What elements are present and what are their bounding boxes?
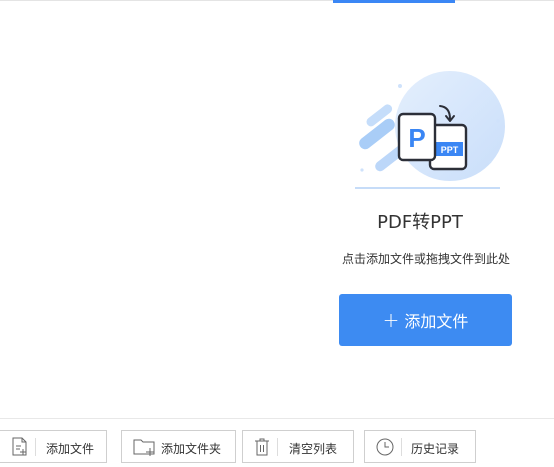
pdf-to-ppt-illustration: PPT P xyxy=(355,71,505,189)
active-tab-indicator xyxy=(333,0,455,3)
trash-icon xyxy=(255,438,269,456)
history-label: 历史记录 xyxy=(411,442,460,456)
add-folder-label: 添加文件夹 xyxy=(161,442,222,456)
add-file-icon xyxy=(12,437,27,456)
clear-list-button[interactable]: 清空列表 xyxy=(242,430,354,463)
clear-list-label: 清空列表 xyxy=(289,442,338,456)
add-folder-button[interactable]: 添加文件夹 xyxy=(121,430,236,463)
pdf-letter: P xyxy=(408,123,425,153)
toolbar-divider xyxy=(0,418,554,419)
drop-hint: 点击添加文件或拖拽文件到此处 xyxy=(341,252,510,266)
clock-icon xyxy=(376,438,394,456)
add-file-primary-label: 添加文件 xyxy=(404,312,469,331)
top-divider xyxy=(0,0,554,1)
add-file-label: 添加文件 xyxy=(46,442,95,456)
ppt-label: PPT xyxy=(441,145,459,155)
history-button[interactable]: 历史记录 xyxy=(364,430,476,463)
add-folder-icon xyxy=(133,439,155,456)
plus-icon: + xyxy=(382,308,400,332)
add-file-button[interactable]: 添加文件 xyxy=(0,430,107,463)
conversion-title: PDF转PPT xyxy=(377,212,463,233)
add-file-primary-button[interactable]: + 添加文件 xyxy=(339,294,512,346)
